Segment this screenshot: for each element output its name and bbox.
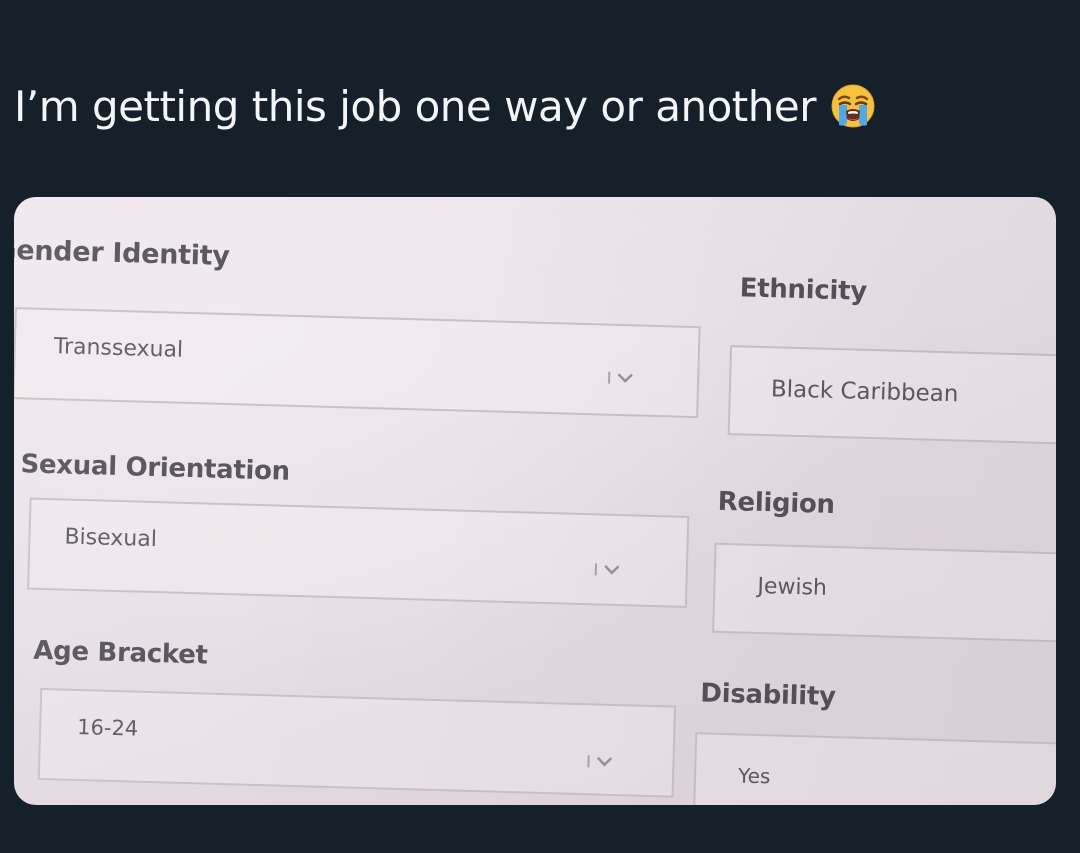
gender-identity-select[interactable]: Transsexual <box>14 307 701 419</box>
chevron-down-icon <box>608 371 633 384</box>
ethnicity-value: Black Caribbean <box>770 376 959 408</box>
ethnicity-select[interactable]: Black Caribbean <box>727 345 1056 445</box>
chevron-down-icon <box>587 755 612 768</box>
gender-identity-value: Transsexual <box>53 334 184 363</box>
chevron-down-icon <box>594 563 620 576</box>
religion-select[interactable]: Jewish <box>712 542 1056 643</box>
post-caption: I’m getting this job one way or another <box>14 76 876 136</box>
gender-identity-label: Gender Identity <box>14 234 230 273</box>
loudly-crying-face-icon <box>831 84 875 128</box>
form-photo: Gender Identity Transsexual Sexual Orien… <box>14 197 1056 805</box>
age-bracket-value: 16-24 <box>76 714 139 741</box>
form-sheet: Gender Identity Transsexual Sexual Orien… <box>14 197 1056 805</box>
age-bracket-select[interactable]: 16-24 <box>37 687 677 798</box>
disability-value: Yes <box>737 763 771 789</box>
ethnicity-label: Ethnicity <box>739 273 868 307</box>
religion-label: Religion <box>717 486 836 521</box>
caption-text: I’m getting this job one way or another <box>14 81 816 131</box>
disability-label: Disability <box>699 678 837 713</box>
age-bracket-label: Age Bracket <box>32 635 209 671</box>
religion-value: Jewish <box>757 573 828 601</box>
sexual-orientation-select[interactable]: Bisexual <box>27 497 690 608</box>
disability-select[interactable]: Yes <box>692 732 1056 805</box>
sexual-orientation-label: Sexual Orientation <box>20 449 291 487</box>
sexual-orientation-value: Bisexual <box>64 524 158 553</box>
